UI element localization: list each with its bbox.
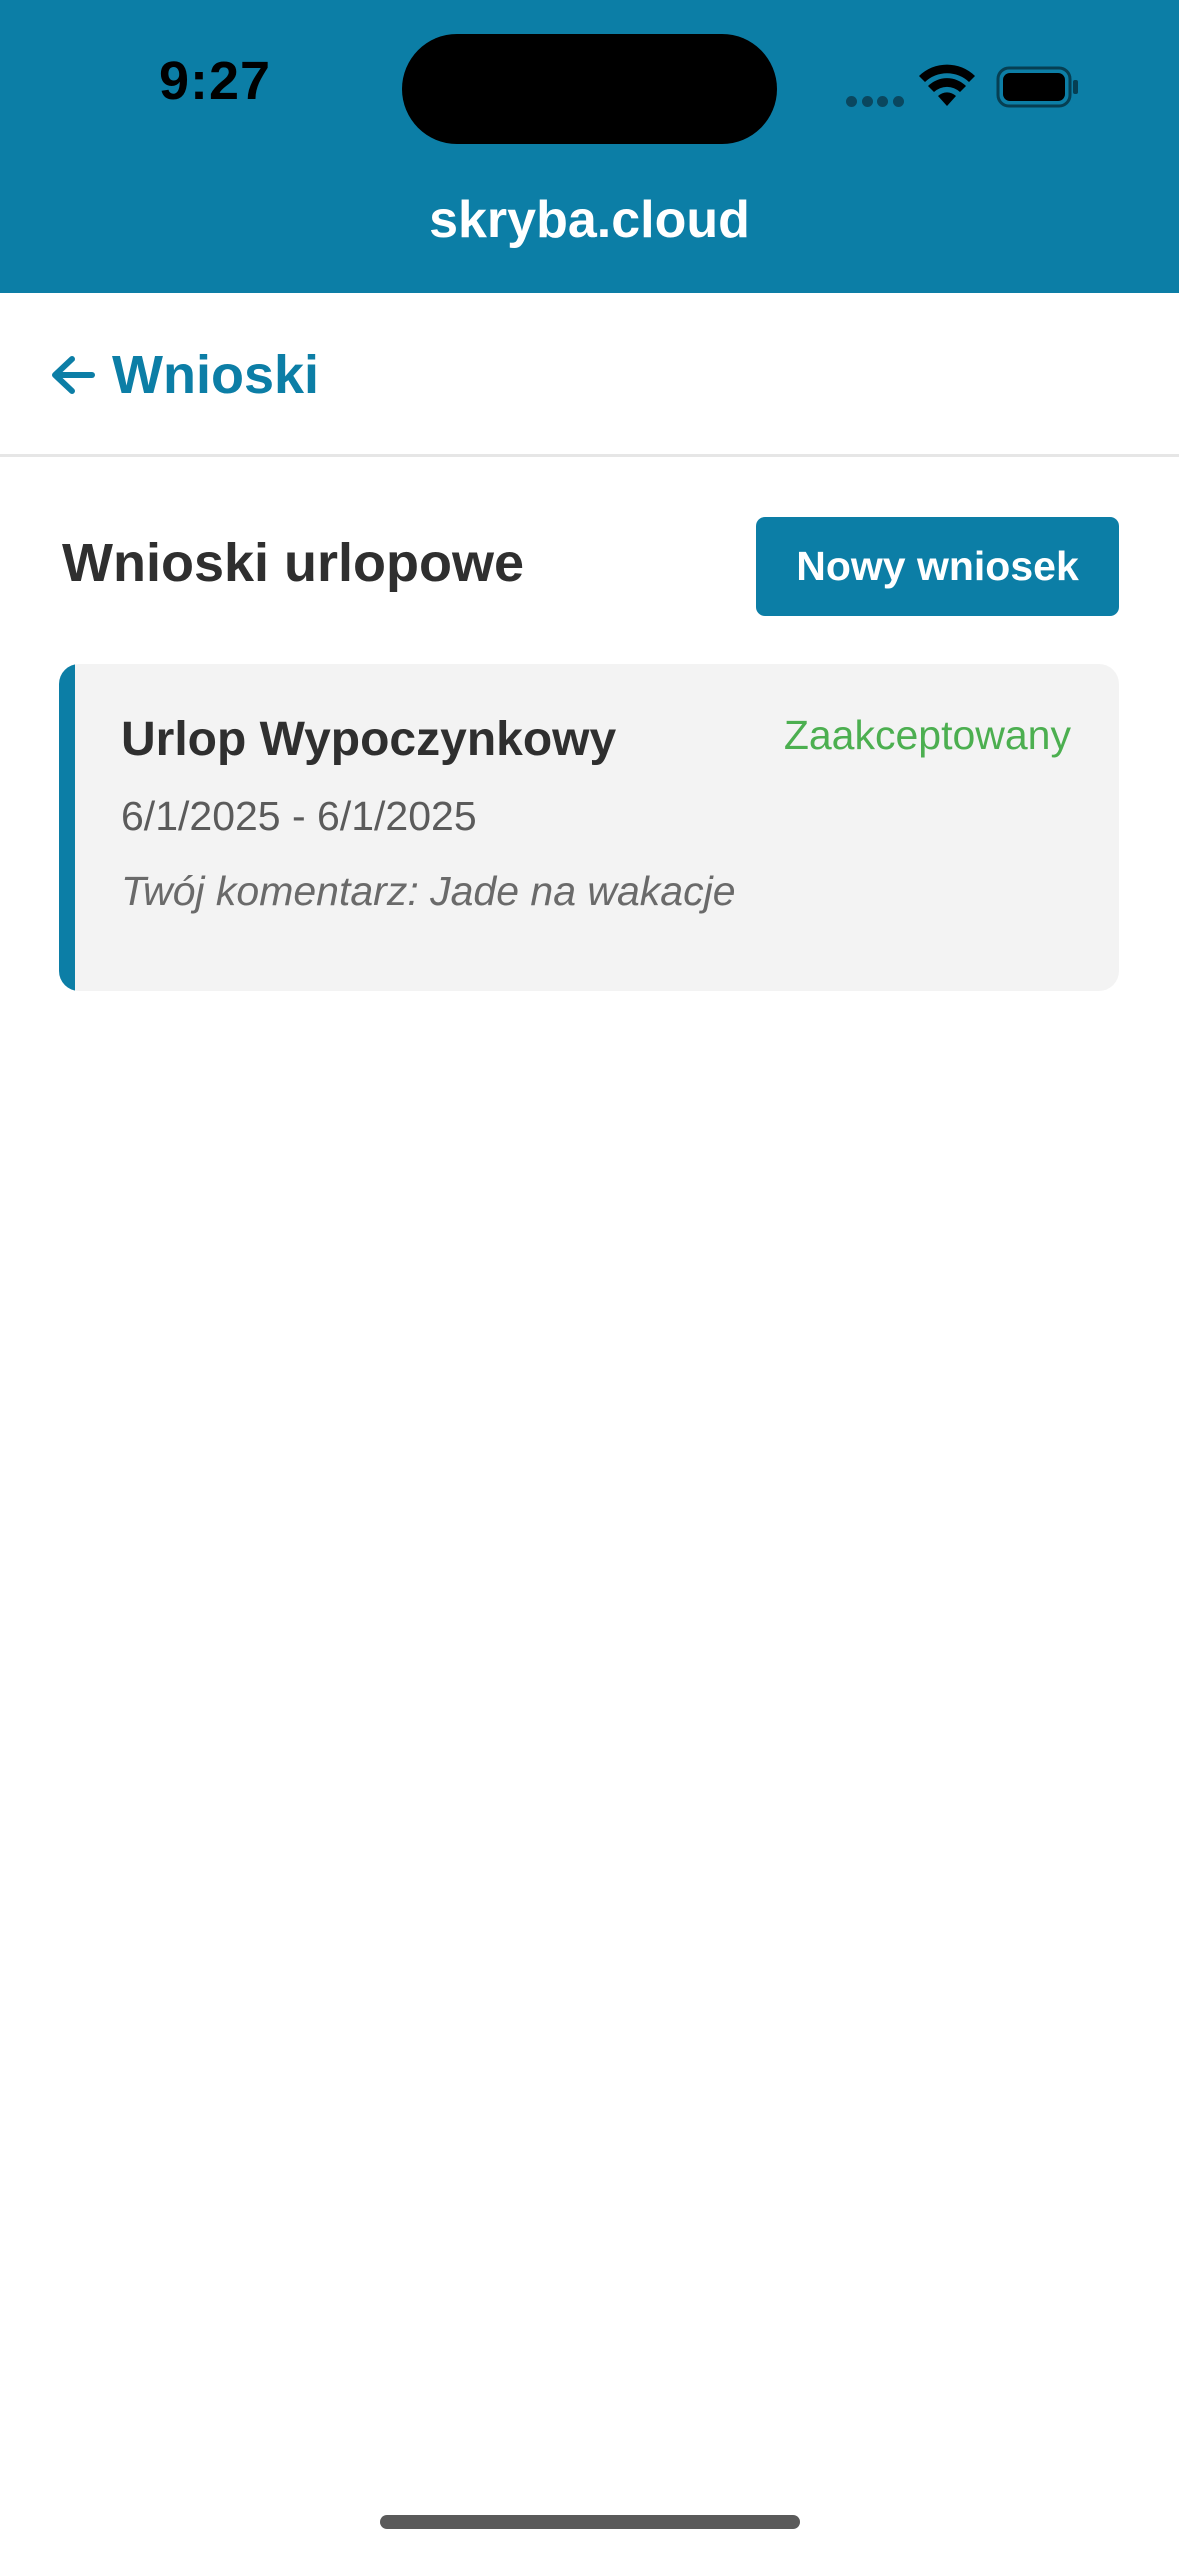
dynamic-island (402, 34, 777, 144)
app-title: skryba.cloud (429, 191, 750, 249)
navigation-bar: Wnioski (0, 293, 1179, 457)
back-button[interactable]: Wnioski (50, 333, 319, 417)
battery-icon (996, 66, 1078, 108)
home-indicator[interactable] (380, 2515, 800, 2529)
request-type: Urlop Wypoczynkowy (121, 713, 617, 766)
card-accent-bar (59, 664, 75, 991)
request-dates: 6/1/2025 - 6/1/2025 (121, 793, 477, 839)
cellular-signal-icon (846, 94, 904, 108)
status-time: 9:27 (158, 51, 272, 111)
app-header: 9:27 skryba.cloud (0, 0, 1179, 293)
back-label: Wnioski (112, 345, 320, 405)
new-request-button[interactable]: Nowy wniosek (756, 517, 1119, 616)
arrow-left-icon (52, 356, 95, 394)
request-card[interactable]: Urlop Wypoczynkowy Zaakceptowany 6/1/202… (59, 664, 1119, 991)
request-comment: Twój komentarz: Jade na wakacje (121, 868, 736, 914)
wifi-icon (919, 64, 975, 106)
status-badge: Zaakceptowany (783, 712, 1071, 758)
page-title: Wnioski urlopowe (62, 533, 525, 593)
screen: 9:27 skryba.cloud Wnioski Wnioski urlopo… (0, 0, 1179, 2556)
